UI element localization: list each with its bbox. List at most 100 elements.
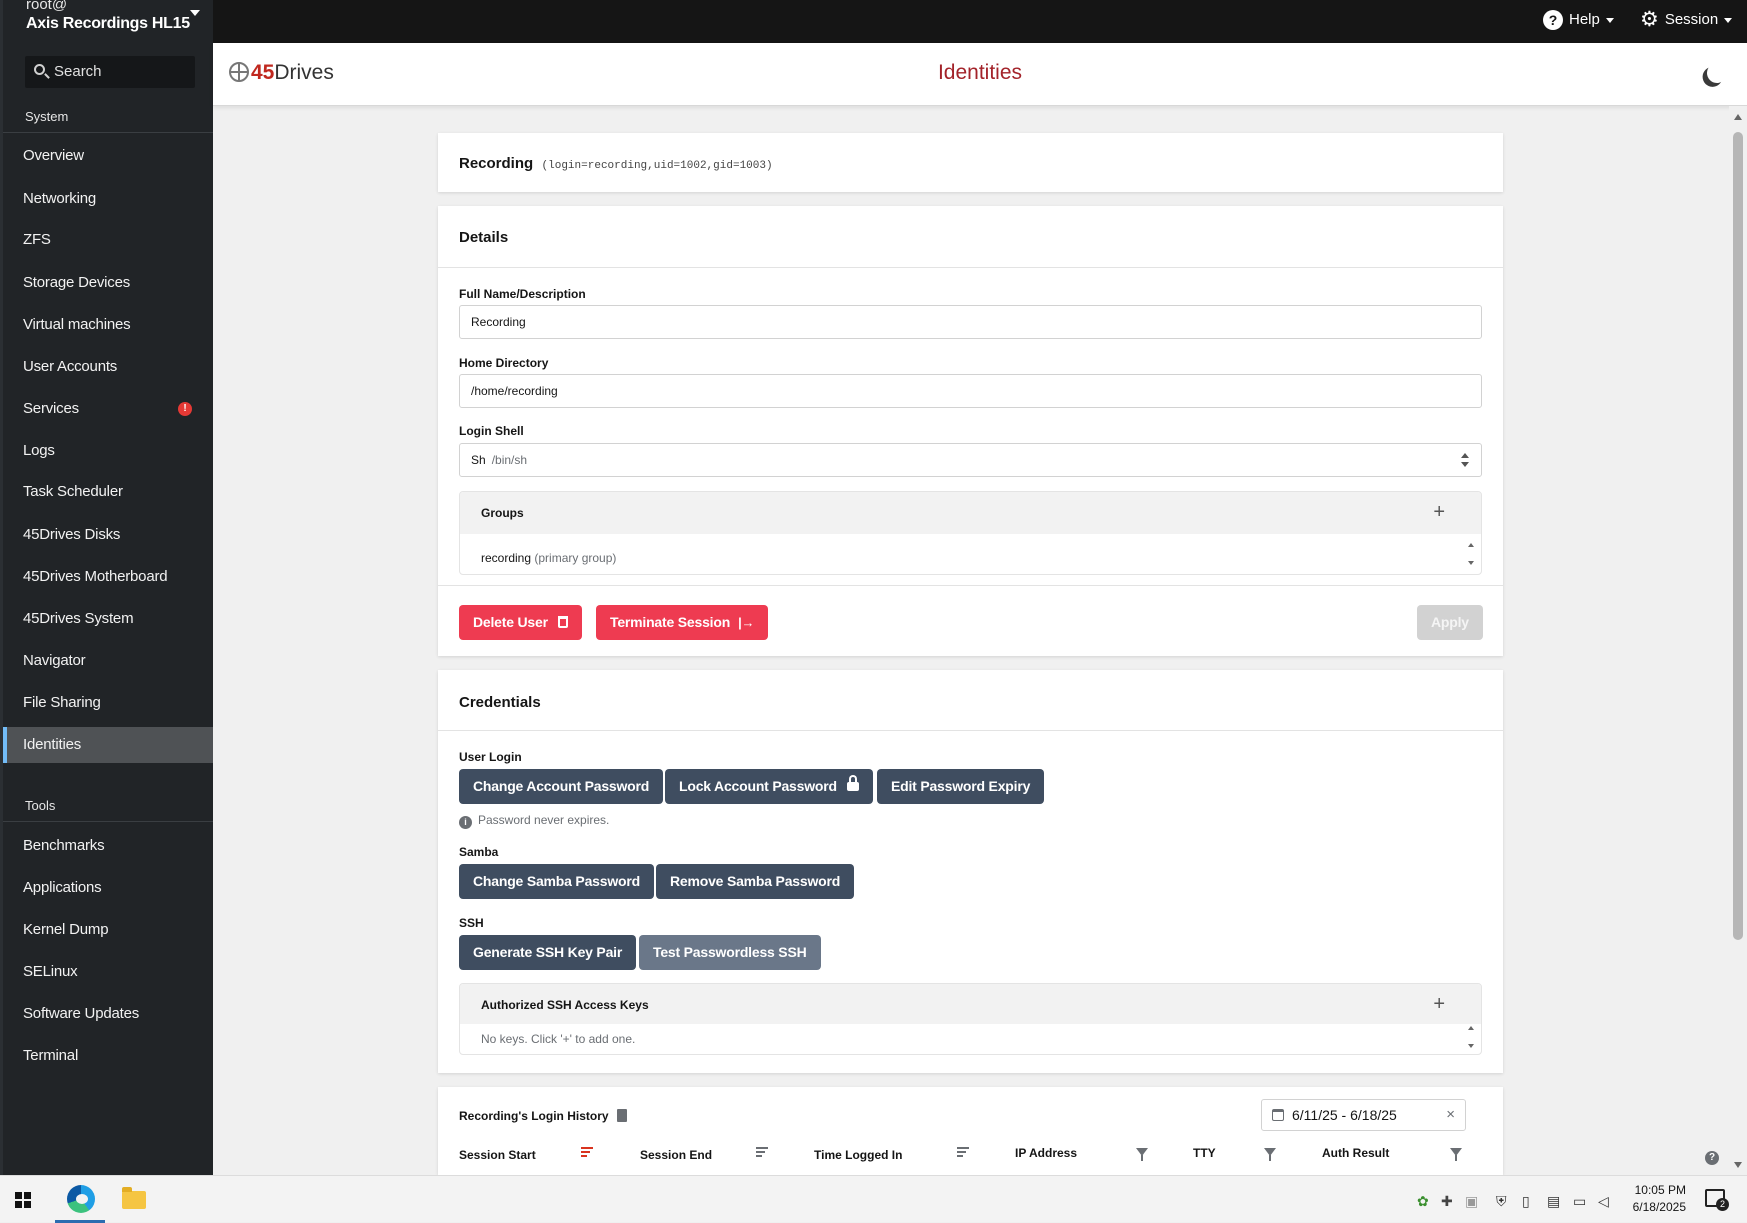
column-header-time-logged-in[interactable]: Time Logged In bbox=[814, 1148, 902, 1162]
login-shell-path: /bin/sh bbox=[491, 453, 528, 467]
shield-icon[interactable]: ⛨ bbox=[1496, 1193, 1510, 1209]
change-samba-password-button[interactable]: Change Samba Password bbox=[459, 864, 654, 899]
tray-app-icon[interactable]: ✿ bbox=[1417, 1193, 1431, 1209]
terminate-session-button[interactable]: Terminate Session |→ bbox=[596, 605, 769, 640]
group-name: recording bbox=[481, 551, 532, 565]
tray-app-icon[interactable]: ▤ bbox=[1547, 1193, 1561, 1209]
sidebar-item-software-updates[interactable]: Software Updates bbox=[3, 996, 213, 1032]
sidebar-item-zfs[interactable]: ZFS bbox=[3, 222, 213, 258]
home-directory-label: Home Directory bbox=[459, 356, 549, 370]
sidebar-item-label: Storage Devices bbox=[23, 274, 131, 291]
system-clock[interactable]: 10:05 PM 6/18/2025 bbox=[1626, 1182, 1686, 1216]
user-summary-card: Recording (login=recording,uid=1002,gid=… bbox=[438, 133, 1503, 192]
volume-muted-icon[interactable]: ◁ bbox=[1598, 1193, 1612, 1209]
sidebar-item-45drives-motherboard[interactable]: 45Drives Motherboard bbox=[3, 559, 213, 595]
tray-app-icon[interactable]: ▣ bbox=[1465, 1193, 1479, 1209]
sort-icon[interactable] bbox=[756, 1147, 770, 1159]
change-account-password-button[interactable]: Change Account Password bbox=[459, 769, 664, 804]
host-switcher[interactable]: root@ Axis Recordings HL15 bbox=[23, 0, 208, 46]
sidebar-item-virtual-machines[interactable]: Virtual machines bbox=[3, 307, 213, 343]
sort-icon[interactable] bbox=[957, 1147, 971, 1159]
button-label: Lock Account Password bbox=[679, 778, 837, 794]
help-menu-button[interactable]: ? Help bbox=[1543, 5, 1614, 35]
lock-account-password-button[interactable]: Lock Account Password bbox=[665, 769, 873, 804]
filter-icon[interactable] bbox=[1450, 1148, 1462, 1161]
help-icon[interactable]: ? bbox=[1705, 1151, 1719, 1165]
sidebar-item-selinux[interactable]: SELinux bbox=[3, 954, 213, 990]
file-explorer-icon[interactable] bbox=[122, 1187, 146, 1209]
divider bbox=[438, 267, 1503, 268]
sidebar-item-services[interactable]: Services! bbox=[3, 391, 213, 427]
start-button-icon[interactable] bbox=[15, 1192, 31, 1208]
delete-user-button[interactable]: Delete User bbox=[459, 605, 582, 640]
filter-icon[interactable] bbox=[1136, 1148, 1148, 1161]
notification-center-icon[interactable]: 2 bbox=[1705, 1189, 1729, 1211]
filter-icon[interactable] bbox=[1264, 1148, 1276, 1161]
help-label: Help bbox=[1569, 11, 1600, 28]
scrollbar-thumb[interactable] bbox=[1733, 132, 1743, 940]
select-arrows-icon bbox=[1461, 453, 1469, 467]
test-passwordless-ssh-button[interactable]: Test Passwordless SSH bbox=[639, 935, 821, 970]
sidebar-item-label: Applications bbox=[23, 879, 102, 896]
login-shell-select[interactable]: Sh/bin/sh bbox=[459, 443, 1482, 477]
divider bbox=[438, 730, 1503, 731]
add-group-icon[interactable]: + bbox=[1433, 502, 1445, 522]
gear-icon: ⚙ bbox=[1640, 8, 1659, 32]
samba-label: Samba bbox=[459, 845, 499, 859]
sidebar-item-navigator[interactable]: Navigator bbox=[3, 643, 213, 679]
sidebar-item-45drives-disks[interactable]: 45Drives Disks bbox=[3, 517, 213, 553]
scroll-up-icon[interactable] bbox=[1734, 114, 1742, 120]
page-scrollbar[interactable] bbox=[1729, 106, 1747, 1175]
column-header-tty[interactable]: TTY bbox=[1193, 1146, 1216, 1160]
user-meta: (login=recording,uid=1002,gid=1003) bbox=[541, 160, 773, 172]
sidebar-item-user-accounts[interactable]: User Accounts bbox=[3, 349, 213, 385]
credentials-title: Credentials bbox=[459, 694, 541, 711]
apply-button[interactable]: Apply bbox=[1417, 605, 1483, 640]
add-key-icon[interactable]: + bbox=[1433, 994, 1445, 1014]
sidebar-item-overview[interactable]: Overview bbox=[3, 138, 213, 174]
date-range-picker[interactable]: 6/11/25 - 6/18/25 × bbox=[1261, 1099, 1466, 1131]
sidebar-item-file-sharing[interactable]: File Sharing bbox=[3, 685, 213, 721]
sidebar-item-logs[interactable]: Logs bbox=[3, 433, 213, 469]
clear-icon[interactable]: × bbox=[1446, 1100, 1455, 1130]
list-scroll-arrows-icon[interactable] bbox=[1467, 1026, 1475, 1048]
sidebar-item-storage-devices[interactable]: Storage Devices bbox=[3, 265, 213, 301]
terminate-session-label: Terminate Session bbox=[610, 614, 731, 630]
login-history-card: Recording's Login History 6/11/25 - 6/18… bbox=[438, 1087, 1503, 1175]
network-icon[interactable]: ▭ bbox=[1573, 1193, 1587, 1209]
sort-icon[interactable] bbox=[581, 1147, 595, 1159]
usb-icon[interactable]: ▯ bbox=[1522, 1193, 1536, 1209]
list-scroll-arrows-icon[interactable] bbox=[1467, 543, 1475, 565]
logout-icon: |→ bbox=[738, 615, 755, 630]
sidebar-item-label: Services bbox=[23, 400, 79, 417]
sidebar-item-applications[interactable]: Applications bbox=[3, 870, 213, 906]
button-label: Change Samba Password bbox=[473, 873, 640, 889]
home-directory-field[interactable]: /home/recording bbox=[459, 374, 1482, 408]
edge-browser-icon bbox=[67, 1185, 95, 1213]
column-header-ip-address[interactable]: IP Address bbox=[1015, 1146, 1077, 1160]
search-input[interactable]: Search bbox=[25, 56, 195, 88]
tray-app-icon[interactable]: ✚ bbox=[1441, 1193, 1455, 1209]
edit-password-expiry-button[interactable]: Edit Password Expiry bbox=[877, 769, 1045, 804]
export-document-icon[interactable] bbox=[616, 1109, 627, 1122]
sidebar-item-kernel-dump[interactable]: Kernel Dump bbox=[3, 912, 213, 948]
column-header-session-end[interactable]: Session End bbox=[640, 1148, 712, 1162]
sidebar-item-terminal[interactable]: Terminal bbox=[3, 1038, 213, 1074]
sidebar-item-networking[interactable]: Networking bbox=[3, 181, 213, 217]
sidebar-item-label: Navigator bbox=[23, 652, 86, 669]
sidebar-item-benchmarks[interactable]: Benchmarks bbox=[3, 828, 213, 864]
taskbar-app-edge[interactable] bbox=[55, 1176, 105, 1223]
session-menu-button[interactable]: ⚙ Session bbox=[1640, 5, 1733, 35]
sidebar-item-task-scheduler[interactable]: Task Scheduler bbox=[3, 474, 213, 510]
column-header-auth-result[interactable]: Auth Result bbox=[1322, 1146, 1389, 1160]
sidebar-item-45drives-system[interactable]: 45Drives System bbox=[3, 601, 213, 637]
scroll-down-icon[interactable] bbox=[1734, 1162, 1742, 1168]
column-header-session-start[interactable]: Session Start bbox=[459, 1148, 536, 1162]
sidebar-item-identities[interactable]: Identities bbox=[3, 727, 213, 763]
remove-samba-password-button[interactable]: Remove Samba Password bbox=[656, 864, 855, 899]
sidebar-item-label: Terminal bbox=[23, 1047, 79, 1064]
full-name-field[interactable]: Recording bbox=[459, 305, 1482, 339]
ssh-keys-header: Authorized SSH Access Keys + bbox=[460, 984, 1481, 1024]
generate-ssh-key-pair-button[interactable]: Generate SSH Key Pair bbox=[459, 935, 637, 970]
divider bbox=[3, 132, 213, 133]
